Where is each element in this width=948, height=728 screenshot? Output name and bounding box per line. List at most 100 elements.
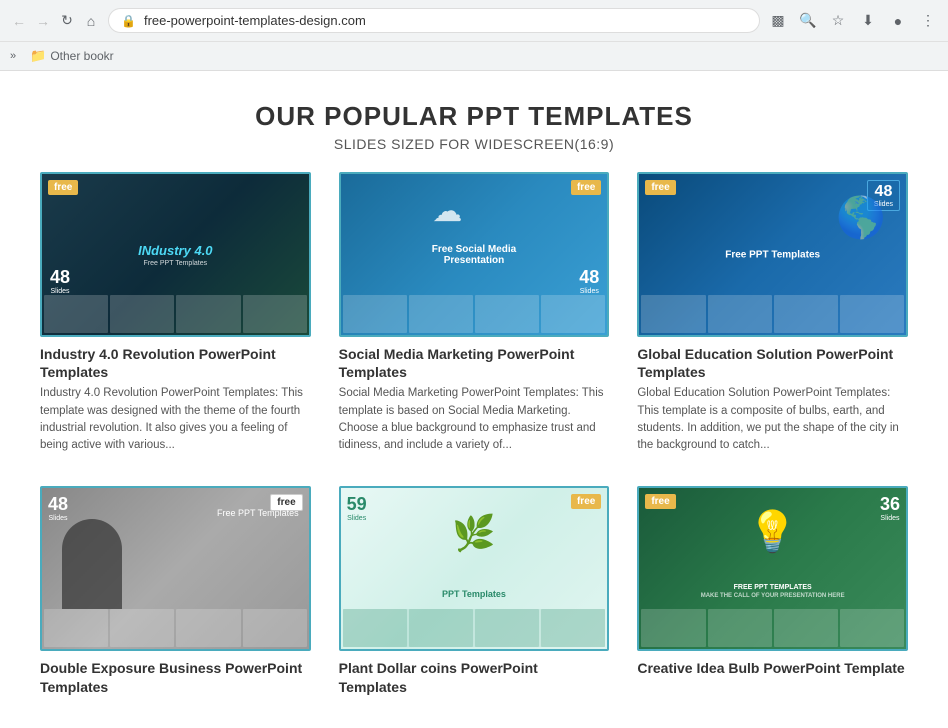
forward-button[interactable]: → — [34, 12, 52, 30]
template-card-5[interactable]: free 59 Slides 🌿 PPT Templates — [339, 486, 610, 707]
template-desc-1: Industry 4.0 Revolution PowerPoint Templ… — [40, 385, 311, 454]
bookmarks-label: Other bookr — [50, 49, 113, 63]
template-thumbnail-1: free 48 Slides INdustry 4.0 Free PPT Tem… — [40, 172, 311, 337]
cast-icon[interactable]: ▩ — [768, 11, 788, 31]
mini-slides-5 — [343, 609, 606, 647]
mini-slide — [343, 609, 407, 647]
star-icon[interactable]: ☆ — [828, 11, 848, 31]
badge-free-5: free — [571, 494, 601, 509]
template-thumbnail-6: free 36 Slides 💡 FREE PPT TEMPLATES MAKE… — [637, 486, 908, 651]
template-name-2: Social Media Marketing PowerPoint Templa… — [339, 345, 610, 381]
badge-free-6: free — [645, 494, 675, 509]
template-card-2[interactable]: free 48 Slides Free Social Media Present… — [339, 172, 610, 462]
mini-slide — [774, 295, 838, 333]
badge-free-2: free — [571, 180, 601, 195]
download-icon[interactable]: ⬇ — [858, 11, 878, 31]
mini-slides-6 — [641, 609, 904, 647]
mini-slides-4 — [44, 609, 307, 647]
browser-chrome: ← → ↻ ⌂ 🔒 free-powerpoint-templates-desi… — [0, 0, 948, 71]
template-card-info-5: Plant Dollar coins PowerPoint Templates — [339, 651, 610, 707]
mini-slide — [243, 295, 307, 333]
template-name-5: Plant Dollar coins PowerPoint Templates — [339, 659, 610, 695]
template-thumbnail-2: free 48 Slides Free Social Media Present… — [339, 172, 610, 337]
badge-free-3: free — [645, 180, 675, 195]
ppt-label-5: PPT Templates — [442, 589, 506, 599]
slides-count-6: 36 Slides — [880, 494, 900, 522]
ppt-label-3: Free PPT Templates — [725, 249, 820, 260]
cloud-icon: ☁ — [432, 194, 462, 229]
mini-slide — [475, 609, 539, 647]
mini-slides-2 — [343, 295, 606, 333]
thumbnail-inner-1: free 48 Slides INdustry 4.0 Free PPT Tem… — [42, 174, 309, 335]
mini-slide — [409, 609, 473, 647]
address-text: free-powerpoint-templates-design.com — [144, 13, 747, 28]
template-card-info-3: Global Education Solution PowerPoint Tem… — [637, 337, 908, 462]
mini-slide — [243, 609, 307, 647]
slides-count-1: 48 Slides — [50, 267, 70, 295]
template-card-info-4: Double Exposure Business PowerPoint Temp… — [40, 651, 311, 707]
mini-slides-1 — [44, 295, 307, 333]
lock-icon: 🔒 — [121, 14, 136, 28]
template-thumbnail-5: free 59 Slides 🌿 PPT Templates — [339, 486, 610, 651]
browser-actions: ▩ 🔍 ☆ ⬇ ● ⋮ — [768, 11, 938, 31]
mini-slides-3 — [641, 295, 904, 333]
mini-slide — [641, 295, 705, 333]
account-icon[interactable]: ● — [888, 11, 908, 31]
mini-slide — [409, 295, 473, 333]
mini-slide — [840, 609, 904, 647]
mini-slide — [475, 295, 539, 333]
bookmarks-chevron[interactable]: » — [10, 50, 16, 62]
person-silhouette — [62, 519, 122, 609]
mini-slide — [44, 609, 108, 647]
mini-slide — [708, 295, 772, 333]
badge-free-1: free — [48, 180, 78, 195]
template-desc-3: Global Education Solution PowerPoint Tem… — [637, 385, 908, 454]
mini-slide — [708, 609, 772, 647]
template-card-info-6: Creative Idea Bulb PowerPoint Template — [637, 651, 908, 689]
thumbnail-inner-2: free 48 Slides Free Social Media Present… — [341, 174, 608, 335]
template-name-4: Double Exposure Business PowerPoint Temp… — [40, 659, 311, 695]
slides-count-4: 48 Slides — [48, 494, 68, 522]
mini-slide — [176, 609, 240, 647]
bookmarks-bar: » 📁 Other bookr — [0, 41, 948, 70]
slides-count-2: 48 Slides — [579, 267, 599, 295]
template-card-1[interactable]: free 48 Slides INdustry 4.0 Free PPT Tem… — [40, 172, 311, 462]
mini-slide — [44, 295, 108, 333]
ppt-label-2: Free Social Media Presentation — [407, 244, 540, 266]
page-subtitle: SLIDES SIZED FOR WIDESCREEN(16:9) — [40, 136, 908, 152]
template-card-6[interactable]: free 36 Slides 💡 FREE PPT TEMPLATES MAKE… — [637, 486, 908, 707]
template-thumbnail-3: free 48 Slides 🌎 Free PPT Templates — [637, 172, 908, 337]
address-bar[interactable]: 🔒 free-powerpoint-templates-design.com — [108, 8, 760, 33]
slides-count-5: 59 Slides — [347, 494, 367, 522]
mini-slide — [176, 295, 240, 333]
menu-icon[interactable]: ⋮ — [918, 11, 938, 31]
bulb-icon: 💡 — [748, 508, 798, 555]
template-name-3: Global Education Solution PowerPoint Tem… — [637, 345, 908, 381]
back-button[interactable]: ← — [10, 12, 28, 30]
thumbnail-inner-3: free 48 Slides 🌎 Free PPT Templates — [639, 174, 906, 335]
reload-button[interactable]: ↻ — [58, 12, 76, 30]
thumbnail-inner-5: free 59 Slides 🌿 PPT Templates — [341, 488, 608, 649]
template-name-6: Creative Idea Bulb PowerPoint Template — [637, 659, 908, 677]
template-desc-2: Social Media Marketing PowerPoint Templa… — [339, 385, 610, 454]
page-content: OUR POPULAR PPT TEMPLATES SLIDES SIZED F… — [0, 71, 948, 728]
template-card-4[interactable]: free 48 Slides Free PPT Templates — [40, 486, 311, 707]
mini-slide — [840, 295, 904, 333]
template-card-3[interactable]: free 48 Slides 🌎 Free PPT Templates — [637, 172, 908, 462]
mini-slide — [110, 609, 174, 647]
globe-icon: 🌎 — [836, 194, 886, 241]
ppt-label-1: INdustry 4.0 Free PPT Templates — [138, 243, 212, 267]
search-icon[interactable]: 🔍 — [798, 11, 818, 31]
mini-slide — [343, 295, 407, 333]
bookmarks-folder[interactable]: 📁 Other bookr — [24, 46, 120, 66]
ppt-label-6: FREE PPT TEMPLATES MAKE THE CALL OF YOUR… — [701, 584, 845, 599]
templates-grid: free 48 Slides INdustry 4.0 Free PPT Tem… — [40, 172, 908, 708]
thumbnail-inner-4: free 48 Slides Free PPT Templates — [42, 488, 309, 649]
mini-slide — [110, 295, 174, 333]
mini-slide — [774, 609, 838, 647]
page-title: OUR POPULAR PPT TEMPLATES — [40, 101, 908, 132]
home-button[interactable]: ⌂ — [82, 12, 100, 30]
thumbnail-inner-6: free 36 Slides 💡 FREE PPT TEMPLATES MAKE… — [639, 488, 906, 649]
browser-toolbar: ← → ↻ ⌂ 🔒 free-powerpoint-templates-desi… — [0, 0, 948, 41]
mini-slide — [541, 609, 605, 647]
